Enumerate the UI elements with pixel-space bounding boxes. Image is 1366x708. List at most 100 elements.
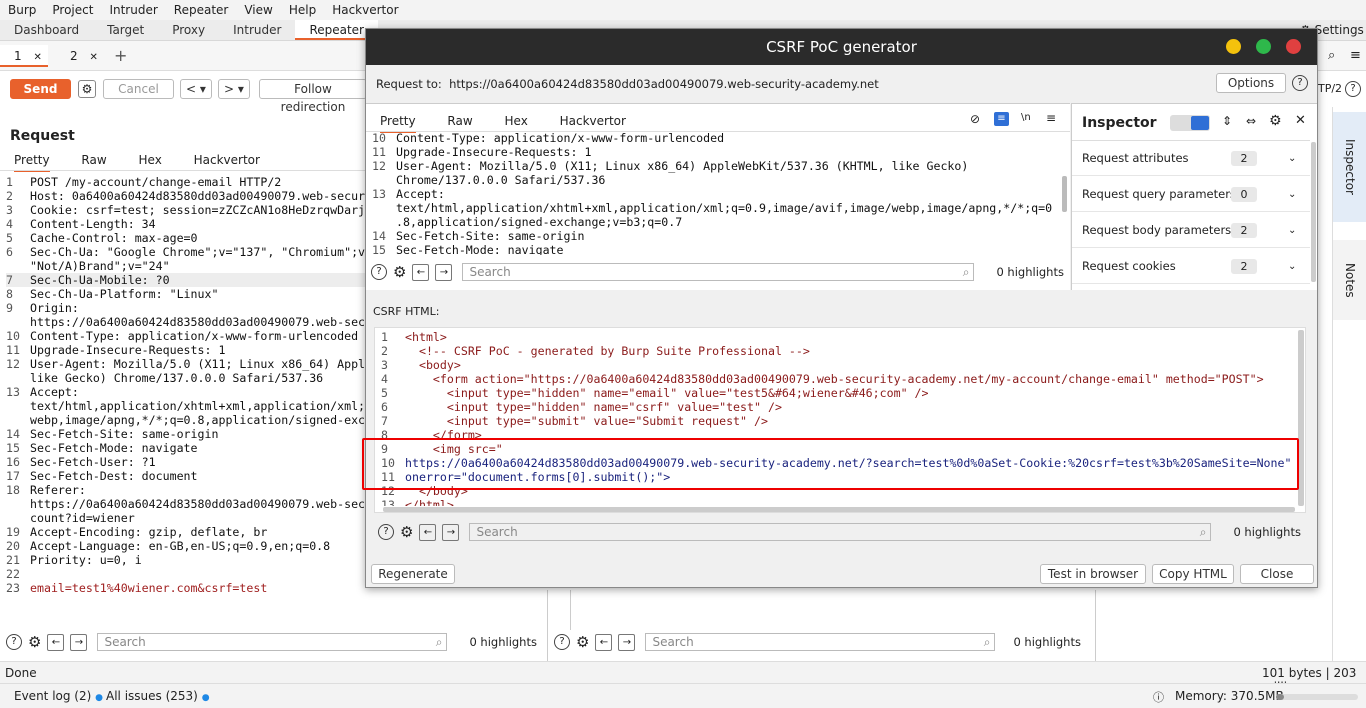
test-in-browser-button[interactable]: Test in browser — [1040, 564, 1146, 584]
arrow-right-icon[interactable]: → — [435, 263, 453, 281]
gear-icon[interactable]: ⚙ — [78, 80, 96, 98]
layout-toggle[interactable] — [1170, 115, 1210, 131]
search-icon[interactable]: ⌕ — [1328, 48, 1335, 63]
line-number: 15 — [372, 243, 386, 255]
arrow-left-icon[interactable]: ← — [419, 523, 437, 541]
highlight-box — [362, 438, 1299, 490]
follow-redirection-button[interactable]: Follow redirection — [259, 79, 367, 114]
code-line: 2 <!-- CSRF PoC - generated by Burp Suit… — [381, 344, 1301, 358]
event-log-link[interactable]: Event log (2) ● — [14, 689, 103, 703]
menu-intruder[interactable]: Intruder — [101, 3, 165, 17]
menu-icon[interactable]: ≡ — [1350, 48, 1361, 63]
help-icon[interactable]: ? — [1292, 75, 1308, 91]
copy-html-button[interactable]: Copy HTML — [1152, 564, 1234, 584]
line-text: <input type="submit" value="Submit reque… — [405, 414, 768, 428]
gear-icon[interactable]: ⚙ — [393, 263, 406, 281]
help-icon[interactable]: ? — [378, 524, 394, 540]
close-icon[interactable]: ✕ — [33, 52, 41, 63]
forward-button[interactable]: > ▾ — [218, 79, 250, 99]
code-line: 11 Upgrade-Insecure-Requests: 1 — [372, 145, 1062, 159]
search-input[interactable]: Search ⌕ — [97, 633, 448, 651]
repeater-tab-1[interactable]: 1 ✕ — [0, 45, 48, 67]
line-text: <!-- CSRF PoC - generated by Burp Suite … — [405, 344, 810, 358]
request-editor[interactable]: 1 POST /my-account/change-email HTTP/2 2 Ho… — [6, 175, 366, 605]
menu-burp[interactable]: Burp — [0, 3, 44, 17]
help-icon[interactable]: ? — [1345, 81, 1361, 97]
arrow-right-icon[interactable]: → — [70, 633, 88, 651]
dialog-request-editor[interactable]: 10 Content-Type: application/x-www-form-u… — [372, 131, 1062, 255]
regenerate-button[interactable]: Regenerate — [371, 564, 455, 584]
code-line: .8,application/signed-exchange;v=b3;q=0.… — [372, 215, 1062, 229]
line-text: <html> — [405, 330, 447, 344]
menu-project[interactable]: Project — [44, 3, 101, 17]
inspector-row-body-params[interactable]: Request body parameters 2 ⌄ — [1072, 213, 1310, 248]
help-icon[interactable]: ? — [371, 264, 387, 280]
menu-help[interactable]: Help — [281, 3, 324, 17]
arrow-left-icon[interactable]: ← — [595, 633, 613, 651]
menu-icon[interactable]: ≡ — [1046, 111, 1056, 125]
gear-icon[interactable]: ⚙ — [400, 523, 413, 541]
inspector-side-tab[interactable]: Inspector — [1333, 112, 1366, 222]
close-button[interactable]: Close — [1240, 564, 1314, 584]
close-icon[interactable]: ✕ — [1295, 113, 1306, 128]
collapse-all-icon[interactable]: ⇔ — [1246, 114, 1256, 128]
menu-view[interactable]: View — [236, 3, 280, 17]
memory-bar-fill — [1276, 694, 1284, 700]
line-number: 20 — [6, 539, 20, 553]
line-text: Sec-Fetch-User: ?1 — [30, 455, 156, 469]
scrollbar[interactable] — [1311, 142, 1316, 282]
cancel-button[interactable]: Cancel — [103, 79, 174, 99]
close-window-icon[interactable] — [1286, 39, 1301, 54]
tab-dashboard[interactable]: Dashboard — [0, 20, 93, 40]
horizontal-scrollbar[interactable] — [383, 507, 1295, 512]
tab-hex[interactable]: Hex — [139, 153, 162, 167]
wrap-lines-icon[interactable]: ≡ — [994, 112, 1009, 126]
gear-icon[interactable]: ⚙ — [576, 633, 589, 651]
arrow-left-icon[interactable]: ← — [412, 263, 430, 281]
line-number: 14 — [6, 427, 20, 441]
inspector-row-attributes[interactable]: Request attributes 2 ⌄ — [1072, 141, 1310, 176]
tab-target[interactable]: Target — [93, 20, 158, 40]
arrow-right-icon[interactable]: → — [618, 633, 636, 651]
tab-hackvertor[interactable]: Hackvertor — [560, 114, 626, 128]
tab-proxy[interactable]: Proxy — [158, 20, 219, 40]
line-text: Content-Length: 34 — [30, 217, 156, 231]
all-issues-link[interactable]: All issues (253) ● — [106, 689, 210, 703]
gear-icon[interactable]: ⚙ — [1269, 113, 1282, 129]
send-button[interactable]: Send — [10, 79, 71, 99]
repeater-tab-2[interactable]: 2 ✕ — [56, 45, 104, 67]
tab-hex[interactable]: Hex — [505, 114, 528, 128]
options-button[interactable]: Options — [1216, 73, 1286, 93]
notes-side-tab[interactable]: Notes — [1333, 240, 1366, 320]
inspector-row-query-params[interactable]: Request query parameters 0 ⌄ — [1072, 177, 1310, 212]
menu-hackvertor[interactable]: Hackvertor — [324, 3, 406, 17]
search-input[interactable]: Search ⌕ — [645, 633, 996, 651]
minimize-icon[interactable] — [1226, 39, 1241, 54]
search-input[interactable]: Search ⌕ — [469, 523, 1212, 541]
line-text: Sec-Fetch-Mode: navigate — [396, 243, 564, 255]
http-version[interactable]: TP/2 — [1318, 82, 1342, 95]
request-search-bar: ? ⚙ ← → Search ⌕ 0 highlights — [6, 628, 537, 656]
tab-intruder[interactable]: Intruder — [219, 20, 295, 40]
help-icon[interactable]: ? — [554, 634, 570, 650]
tab-raw[interactable]: Raw — [81, 153, 106, 167]
close-icon[interactable]: ✕ — [89, 52, 97, 63]
chevron-down-icon: ⌄ — [1288, 260, 1297, 272]
arrow-left-icon[interactable]: ← — [47, 633, 65, 651]
menu-repeater[interactable]: Repeater — [166, 3, 237, 17]
scrollbar[interactable] — [1062, 176, 1067, 212]
newline-icon[interactable]: \n — [1021, 112, 1031, 123]
code-line: https://0a6400a60424d83580dd03ad00490079… — [6, 497, 366, 511]
arrow-right-icon[interactable]: → — [442, 523, 460, 541]
search-input[interactable]: Search ⌕ — [462, 263, 975, 281]
gear-icon[interactable]: ⚙ — [28, 633, 41, 651]
help-icon[interactable]: ? — [6, 634, 22, 650]
back-button[interactable]: < ▾ — [180, 79, 212, 99]
tab-hackvertor[interactable]: Hackvertor — [194, 153, 260, 167]
tab-raw[interactable]: Raw — [447, 114, 472, 128]
expand-all-icon[interactable]: ⇕ — [1222, 114, 1232, 128]
inspector-row-cookies[interactable]: Request cookies 2 ⌄ — [1072, 249, 1310, 284]
maximize-icon[interactable] — [1256, 39, 1271, 54]
add-tab-icon[interactable]: + — [114, 46, 127, 65]
hide-nonprinting-icon[interactable]: ⊘ — [970, 112, 980, 126]
